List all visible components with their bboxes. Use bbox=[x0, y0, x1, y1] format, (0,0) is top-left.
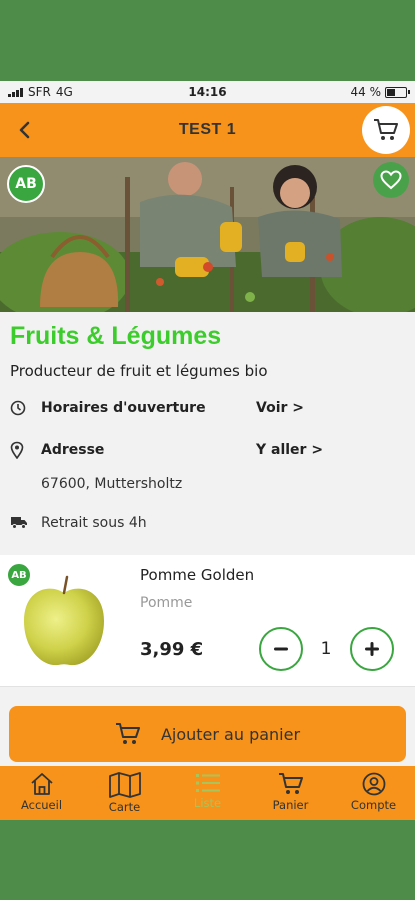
opening-hours-label: Horaires d'ouverture bbox=[41, 400, 206, 416]
tab-label: Panier bbox=[272, 798, 309, 812]
clock-icon bbox=[10, 400, 26, 416]
add-to-cart-label: Ajouter au panier bbox=[160, 724, 301, 744]
home-icon bbox=[30, 773, 53, 795]
favorite-button[interactable] bbox=[373, 162, 409, 198]
account-icon bbox=[362, 772, 385, 796]
status-bar: SFR 4G 14:16 44 % bbox=[0, 81, 415, 103]
address-label: Adresse bbox=[41, 442, 105, 458]
tab-label: Carte bbox=[108, 800, 141, 814]
cart-icon bbox=[278, 773, 303, 794]
shop-name: Fruits & Légumes bbox=[10, 322, 222, 350]
signal-icon bbox=[8, 87, 23, 97]
gardeners-photo bbox=[0, 157, 415, 312]
tab-label: Accueil bbox=[20, 798, 63, 812]
pickup-row: Retrait sous 4h bbox=[10, 512, 405, 534]
chevron-left-icon bbox=[19, 121, 30, 139]
cart-icon bbox=[374, 119, 398, 140]
cart-icon bbox=[115, 723, 140, 744]
product-price: 3,99 € bbox=[140, 639, 204, 660]
tab-panier[interactable]: Panier bbox=[249, 766, 332, 820]
tab-compte[interactable]: Compte bbox=[332, 766, 415, 820]
minus-icon bbox=[274, 647, 288, 651]
battery-icon bbox=[385, 86, 410, 98]
opening-hours-row[interactable]: Horaires d'ouverture Voir > bbox=[10, 394, 405, 422]
back-button[interactable] bbox=[0, 103, 50, 157]
view-hours-link[interactable]: Voir > bbox=[256, 400, 304, 416]
shop-description: Producteur de fruit et légumes bio bbox=[10, 362, 268, 380]
header-cart-button[interactable] bbox=[362, 106, 410, 154]
shop-hero-image: AB bbox=[0, 157, 415, 312]
directions-link[interactable]: Y aller > bbox=[256, 442, 323, 458]
organic-badge: AB bbox=[7, 165, 45, 203]
page-title: TEST 1 bbox=[178, 121, 237, 138]
tab-carte[interactable]: Carte bbox=[83, 766, 166, 820]
plus-icon bbox=[365, 642, 379, 656]
tab-label: Compte bbox=[350, 798, 397, 812]
increase-quantity-button[interactable] bbox=[350, 627, 394, 671]
pickup-delay: Retrait sous 4h bbox=[41, 515, 147, 531]
add-to-cart-button[interactable]: Ajouter au panier bbox=[9, 706, 406, 762]
app-header: TEST 1 bbox=[0, 103, 415, 157]
battery-percent: 44 % bbox=[350, 85, 382, 99]
product-card[interactable]: AB Pomme Golden Pomme 3,99 € 1 bbox=[0, 555, 415, 687]
heart-icon bbox=[380, 170, 402, 190]
decrease-quantity-button[interactable] bbox=[259, 627, 303, 671]
tab-liste[interactable]: Liste bbox=[166, 766, 249, 820]
map-icon bbox=[108, 772, 141, 798]
truck-icon bbox=[11, 516, 27, 529]
address-value: 67600, Muttersholtz bbox=[41, 476, 183, 492]
address-row[interactable]: Adresse Y aller > bbox=[10, 436, 405, 464]
quantity-value: 1 bbox=[320, 639, 332, 659]
tab-label: Liste bbox=[193, 796, 222, 810]
apple-image bbox=[24, 575, 104, 666]
product-category: Pomme bbox=[140, 595, 193, 611]
location-pin-icon bbox=[10, 441, 24, 459]
list-icon bbox=[195, 774, 220, 792]
shop-info: Fruits & Légumes Producteur de fruit et … bbox=[0, 312, 415, 534]
network-label: 4G bbox=[55, 85, 73, 99]
tab-accueil[interactable]: Accueil bbox=[0, 766, 83, 820]
product-name: Pomme Golden bbox=[140, 566, 255, 584]
bottom-tab-bar: Accueil Carte Liste Panier Compte bbox=[0, 766, 415, 820]
carrier-label: SFR bbox=[28, 85, 51, 99]
app-screen: SFR 4G 14:16 44 % TEST 1 AB Fruits & Lég… bbox=[0, 81, 415, 820]
